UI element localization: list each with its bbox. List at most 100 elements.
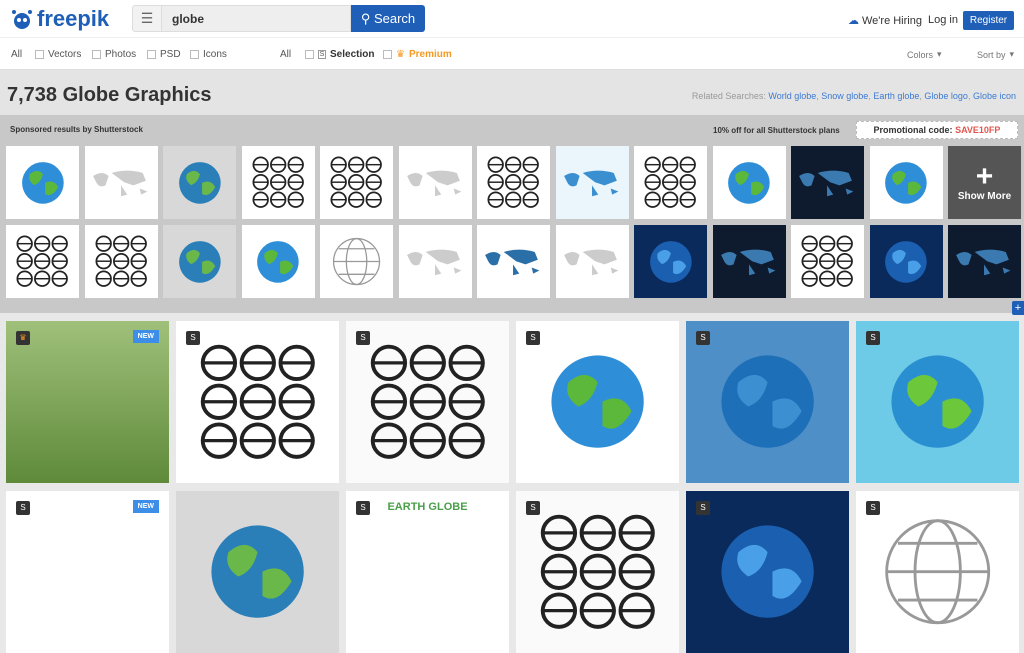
- checkbox[interactable]: [190, 50, 199, 59]
- filter-premium[interactable]: ♛ Premium: [383, 49, 452, 60]
- sponsored-thumbnail[interactable]: [555, 225, 629, 298]
- promo-value: SAVE10FP: [955, 125, 1001, 135]
- checkbox[interactable]: [147, 50, 156, 59]
- promo-code: Promotional code: SAVE10FP: [856, 121, 1018, 139]
- checkbox[interactable]: [305, 50, 314, 59]
- sponsored-thumbnail[interactable]: [555, 146, 629, 219]
- header: freepik ☰ ⚲ Search ☁We're Hiring Log in …: [0, 0, 1024, 38]
- related-link[interactable]: World globe: [768, 91, 816, 101]
- sponsored-thumbnail[interactable]: [712, 146, 786, 219]
- search-button[interactable]: ⚲ Search: [351, 5, 425, 32]
- label: PSD: [160, 49, 181, 60]
- page-title: 7,738 Globe Graphics: [7, 84, 212, 106]
- selection-badge-icon: S: [696, 501, 710, 515]
- checkbox[interactable]: [92, 50, 101, 59]
- hiring-label: We're Hiring: [862, 14, 922, 27]
- related-link[interactable]: Snow globe: [821, 91, 868, 101]
- result-card[interactable]: S: [686, 321, 849, 483]
- filter-photos[interactable]: Photos: [92, 49, 136, 60]
- filter-vectors[interactable]: Vectors: [35, 49, 81, 60]
- logo-icon: [12, 10, 32, 29]
- selection-badge-icon: S: [866, 501, 880, 515]
- label: Vectors: [48, 49, 82, 60]
- sponsored-section: Sponsored results by Shutterstock 10% of…: [0, 115, 1024, 313]
- result-card[interactable]: S: [346, 321, 509, 483]
- result-card[interactable]: S NEW: [6, 491, 169, 653]
- label: Photos: [105, 49, 137, 60]
- result-card[interactable]: S: [516, 321, 679, 483]
- show-more-button[interactable]: + Show More: [948, 146, 1021, 219]
- selection-badge-icon: S: [186, 331, 200, 345]
- register-button[interactable]: Register: [963, 11, 1014, 30]
- sponsored-thumbnail[interactable]: [398, 225, 472, 298]
- result-card[interactable]: ♛ NEW: [6, 321, 169, 483]
- result-card[interactable]: [176, 491, 339, 653]
- logo-text: freepik: [37, 6, 110, 31]
- license-all[interactable]: All: [280, 49, 291, 60]
- sort-dropdown[interactable]: Sort by ▾: [977, 49, 1014, 60]
- sponsored-thumbnail[interactable]: [84, 225, 158, 298]
- sponsored-thumbnail[interactable]: [791, 225, 864, 298]
- sponsored-thumbnail[interactable]: [241, 225, 315, 298]
- sponsored-thumbnail[interactable]: [320, 225, 393, 298]
- sponsored-thumbnail[interactable]: [84, 146, 158, 219]
- selection-icon: S: [318, 50, 326, 59]
- search-input[interactable]: [162, 5, 351, 32]
- related-searches: Related Searches: World globe, Snow glob…: [691, 91, 1016, 101]
- related-link[interactable]: Globe icon: [973, 91, 1016, 101]
- sponsored-thumbnail[interactable]: [869, 146, 943, 219]
- related-link[interactable]: Globe logo: [924, 91, 968, 101]
- sponsored-thumbnail[interactable]: [241, 146, 315, 219]
- label: Selection: [330, 49, 375, 60]
- result-card[interactable]: S: [686, 491, 849, 653]
- sponsored-thumbnail[interactable]: [320, 146, 393, 219]
- menu-button[interactable]: ☰: [132, 5, 162, 32]
- sponsored-thumbnail[interactable]: [163, 146, 236, 219]
- caret-down-icon: ▾: [1009, 49, 1015, 59]
- cloud-upload-icon: ☁: [848, 15, 859, 27]
- sponsored-thumbnail[interactable]: [634, 225, 707, 298]
- sponsored-thumbnail[interactable]: [163, 225, 236, 298]
- search-icon: ⚲: [360, 11, 371, 26]
- sponsored-thumbnail[interactable]: [6, 146, 79, 219]
- freepik-logo[interactable]: freepik: [10, 6, 109, 32]
- checkbox[interactable]: [383, 50, 392, 59]
- sponsored-thumbnail[interactable]: [477, 146, 550, 219]
- related-link[interactable]: Earth globe: [873, 91, 919, 101]
- results-header: 7,738 Globe Graphics Related Searches: W…: [0, 70, 1024, 115]
- result-card[interactable]: S: [856, 321, 1019, 483]
- sponsored-thumbnail[interactable]: [712, 225, 786, 298]
- sponsored-thumbnail[interactable]: [634, 146, 707, 219]
- selection-badge-icon: S: [526, 501, 540, 515]
- sponsored-thumbnail[interactable]: [791, 146, 864, 219]
- offer-text: 10% off for all Shutterstock plans: [713, 126, 840, 135]
- new-badge: NEW: [132, 500, 159, 513]
- label: Colors: [907, 49, 934, 60]
- colors-dropdown[interactable]: Colors ▾: [907, 49, 942, 60]
- filter-icons[interactable]: Icons: [190, 49, 227, 60]
- caret-down-icon: ▾: [937, 49, 942, 59]
- filter-selection[interactable]: S Selection: [305, 49, 374, 60]
- result-card[interactable]: S: [856, 491, 1019, 653]
- selection-badge-icon: S: [16, 501, 30, 515]
- plus-icon: +: [975, 160, 994, 193]
- sponsored-thumbnail[interactable]: [948, 225, 1021, 298]
- sponsored-label: Sponsored results by Shutterstock: [10, 125, 143, 134]
- filter-all[interactable]: All: [11, 49, 22, 60]
- checkbox[interactable]: [35, 50, 44, 59]
- login-link[interactable]: Log in: [928, 14, 958, 26]
- label: Sort by: [977, 49, 1006, 60]
- sponsored-thumbnail[interactable]: [869, 225, 943, 298]
- premium-crown-icon: ♛: [16, 331, 30, 345]
- hiring-link[interactable]: ☁ We're Hiring: [848, 14, 922, 28]
- show-more-label: Show More: [957, 191, 1012, 202]
- result-card[interactable]: EARTH GLOBE S: [346, 491, 509, 653]
- card-title-text: EARTH GLOBE: [387, 501, 468, 513]
- result-card[interactable]: S: [176, 321, 339, 483]
- expand-button[interactable]: +: [1012, 301, 1024, 315]
- sponsored-thumbnail[interactable]: [6, 225, 79, 298]
- result-card[interactable]: S: [516, 491, 679, 653]
- sponsored-thumbnail[interactable]: [477, 225, 550, 298]
- sponsored-thumbnail[interactable]: [398, 146, 472, 219]
- filter-psd[interactable]: PSD: [147, 49, 181, 60]
